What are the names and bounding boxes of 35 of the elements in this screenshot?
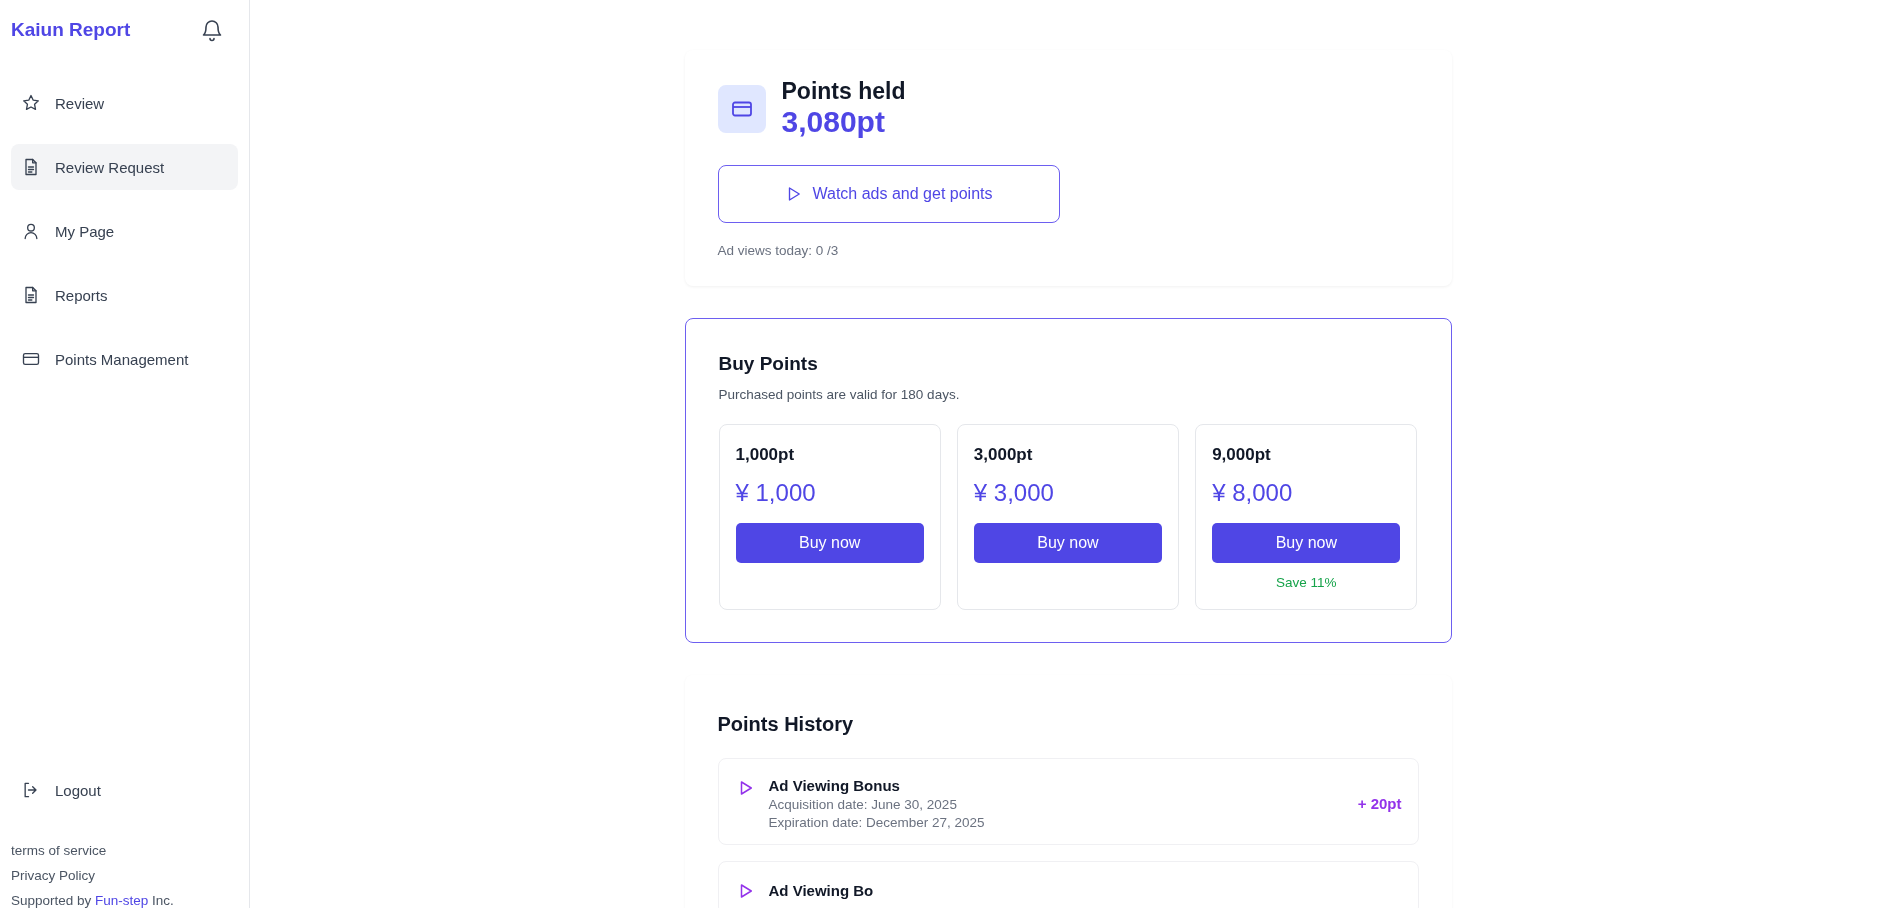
company-link[interactable]: Fun-step [95, 893, 149, 908]
saving-text: Save 11% [1275, 575, 1338, 590]
points-title: Points held [781, 78, 906, 105]
validity-note: Purchased points are valid for 180 days. [718, 387, 961, 402]
bell-icon[interactable] [200, 18, 224, 42]
history-title: Ad Viewing Bonus [768, 777, 901, 794]
plan-amount: 1,000pt [735, 445, 796, 465]
section-title: Points History [717, 713, 855, 736]
buy-now-button[interactable]: Buy now [735, 523, 924, 563]
nav-item[interactable]: My Page [11, 208, 238, 254]
ad-views-text: Ad views today: 0 /3 [717, 243, 840, 258]
nav-item[interactable]: Review Request [11, 144, 238, 190]
watch-ads-button[interactable]: Watch ads and get points [717, 165, 1060, 223]
footer-link[interactable]: Privacy Policy [11, 868, 238, 883]
buy-now-button[interactable]: Buy now [1212, 523, 1401, 563]
expiration-date: Expiration date: December 27, 2025 [768, 815, 986, 830]
supported-by-text: Supported by Fun-step Inc. [11, 893, 175, 908]
plan-price: ¥ 1,000 [735, 479, 817, 507]
nav-item[interactable]: Reports [11, 272, 238, 318]
plan-amount: 9,000pt [1212, 445, 1272, 465]
points-value: 3,080pt [781, 105, 886, 139]
acquisition-date: Acquisition date: June 30, 2025 [768, 797, 958, 812]
history-title: Ad Viewing Bo [768, 881, 875, 899]
nav-item[interactable]: Review [11, 80, 238, 126]
nav-item[interactable]: Points Management [11, 336, 238, 382]
buy-now-button[interactable]: Buy now [973, 523, 1163, 563]
footer-link[interactable]: terms of service [11, 843, 238, 858]
plan-amount: 3,000pt [973, 445, 1034, 465]
app-logo[interactable]: Kaiun Report [11, 19, 131, 41]
section-title: Buy Points [718, 353, 819, 375]
points-amount: + 20pt [1357, 795, 1402, 812]
plan-price: ¥ 8,000 [1212, 479, 1294, 507]
plan-price: ¥ 3,000 [973, 479, 1055, 507]
logout-link[interactable]: Logout [11, 767, 238, 813]
star-icon [21, 93, 41, 113]
